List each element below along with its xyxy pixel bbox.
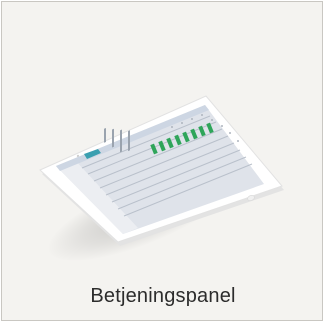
- tablet-illustration: [2, 2, 322, 282]
- tablet-device: [39, 95, 284, 246]
- card-caption[interactable]: Betjeningspanel: [2, 285, 322, 308]
- dashboard-card[interactable]: Betjeningspanel: [1, 1, 323, 321]
